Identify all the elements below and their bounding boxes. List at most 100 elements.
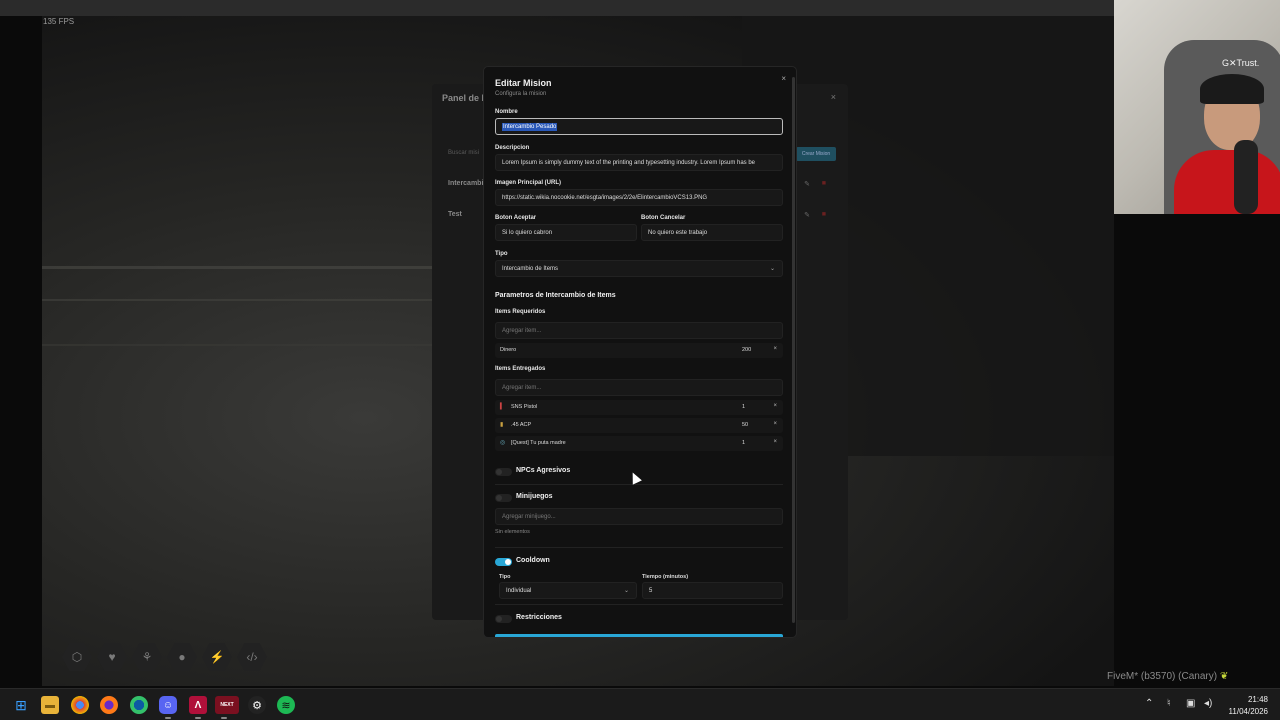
save-button[interactable] xyxy=(495,634,783,637)
next-icon[interactable]: NEXT xyxy=(215,696,239,719)
fps-counter: 135 FPS xyxy=(43,17,75,26)
add-delivered-item-input[interactable]: Agregar item... xyxy=(495,379,783,396)
restricciones-toggle[interactable] xyxy=(495,615,512,623)
shirt xyxy=(1174,150,1280,214)
water-icon: ● xyxy=(167,643,197,671)
required-item-row: Dinero 200 × xyxy=(495,343,783,358)
add-item-placeholder: Agregar item... xyxy=(502,384,542,391)
clock-time: 21:48 xyxy=(1247,695,1268,704)
chair-brand: G✕Trust. xyxy=(1222,58,1260,68)
cooldown-tipo-select[interactable]: Individual ⌄ xyxy=(499,582,637,599)
chevron-up-icon[interactable]: ⌃ xyxy=(1145,698,1153,709)
hud-bar: ⬡ ♥ ⚘ ● ⚡ ‹/› xyxy=(62,643,267,671)
empty-state: Sin elementos xyxy=(495,529,530,535)
delete-icon[interactable]: ■ xyxy=(822,180,826,187)
items-entregados-label: Items Entregados xyxy=(495,366,546,372)
remove-item-icon[interactable]: × xyxy=(773,346,777,352)
panel-search-input[interactable]: Buscar misi xyxy=(448,150,479,156)
minijuegos-toggle[interactable] xyxy=(495,494,512,502)
microphone-icon[interactable]: ♮ xyxy=(1167,698,1171,709)
spotify-icon[interactable]: ≋ xyxy=(277,696,295,714)
ammo-icon: ▮ xyxy=(500,422,504,428)
panel-close-icon[interactable]: × xyxy=(831,92,836,102)
cooldown-tipo-label: Tipo xyxy=(499,574,511,580)
modal-scrollbar[interactable] xyxy=(792,77,795,623)
boton-cancelar-label: Boton Cancelar xyxy=(641,215,686,221)
mission-row[interactable]: Intercambi xyxy=(448,180,483,187)
restricciones-label: Restricciones xyxy=(516,614,562,621)
item-quantity[interactable]: 50 xyxy=(742,422,748,428)
imagen-url-input[interactable]: https://static.wikia.nocookie.net/esgta/… xyxy=(495,189,783,206)
nombre-value: Intercambio Pesado xyxy=(502,122,558,131)
modal-subtitle: Configura la mision xyxy=(495,91,547,97)
descripcion-label: Descripcion xyxy=(495,145,530,151)
item-quantity[interactable]: 200 xyxy=(742,347,751,353)
item-quantity[interactable]: 1 xyxy=(742,440,745,446)
webcam-overlay: G✕Trust. xyxy=(1114,0,1280,214)
add-required-item-input[interactable]: Agregar item... xyxy=(495,322,783,339)
new-mission-button[interactable]: Crear Mision xyxy=(796,147,836,161)
windows-start-icon[interactable]: ⊞ xyxy=(12,696,30,714)
hex-icon: ⬡ xyxy=(62,643,92,671)
item-name: [Quest] Tu puta madre xyxy=(511,440,566,446)
item-name: .45 ACP xyxy=(511,422,532,428)
npcs-toggle[interactable] xyxy=(495,468,512,476)
cooldown-tiempo-label: Tiempo (minutos) xyxy=(642,574,689,580)
descripcion-input[interactable]: Lorem Ipsum is simply dummy text of the … xyxy=(495,154,783,171)
network-icon[interactable]: ▣ xyxy=(1186,698,1195,709)
clock[interactable]: 21:48 11/04/2026 xyxy=(1229,694,1268,718)
delete-icon[interactable]: ■ xyxy=(822,211,826,218)
cooldown-tiempo-value: 5 xyxy=(649,587,653,594)
params-title: Parametros de Intercambio de Items xyxy=(495,292,616,299)
remove-item-icon[interactable]: × xyxy=(773,403,777,409)
item-name: SNS Pistol xyxy=(511,404,538,410)
microphone xyxy=(1234,140,1258,214)
divider xyxy=(495,547,783,548)
file-explorer-icon[interactable]: ▬ xyxy=(41,696,59,714)
boton-cancelar-input[interactable]: No quiero este trabajo xyxy=(641,224,783,241)
add-item-placeholder: Agregar item... xyxy=(502,327,542,334)
tipo-select[interactable]: Intercambio de Items ⌄ xyxy=(495,260,783,277)
next-label: NEXT xyxy=(220,702,234,708)
nombre-input[interactable]: Intercambio Pesado xyxy=(495,118,783,135)
energy-icon: ⚡ xyxy=(202,643,232,671)
cooldown-tipo-value: Individual xyxy=(506,587,532,594)
fence xyxy=(42,266,442,346)
divider xyxy=(495,604,783,605)
fivem-label: FiveM* (b3570) (Canary) xyxy=(1107,671,1218,682)
edge-icon[interactable] xyxy=(130,696,148,714)
close-icon[interactable]: × xyxy=(781,74,786,83)
boton-aceptar-input[interactable]: Si lo quiero cabron xyxy=(495,224,637,241)
heart-icon: ♥ xyxy=(97,643,127,671)
chrome-icon[interactable] xyxy=(71,696,89,714)
discord-icon[interactable]: ☺ xyxy=(159,696,177,719)
add-minijuego-input[interactable]: Agregar minijuego... xyxy=(495,508,783,525)
delivered-item-row: ◎ [Quest] Tu puta madre 1 × xyxy=(495,436,783,451)
cooldown-toggle[interactable] xyxy=(495,558,512,566)
boton-cancelar-value: No quiero este trabajo xyxy=(648,229,708,236)
volume-icon[interactable]: ◂) xyxy=(1204,698,1212,709)
cooldown-tiempo-input[interactable]: 5 xyxy=(642,582,783,599)
clock-date: 11/04/2026 xyxy=(1228,707,1268,716)
app-a-icon[interactable]: Λ xyxy=(189,696,207,719)
firefox-icon[interactable] xyxy=(100,696,118,714)
modal-title: Editar Mision xyxy=(495,78,552,88)
item-quantity[interactable]: 1 xyxy=(742,404,745,410)
tipo-value: Intercambio de Items xyxy=(502,265,559,272)
remove-item-icon[interactable]: × xyxy=(773,421,777,427)
top-bar xyxy=(0,0,1114,16)
mission-row[interactable]: Test xyxy=(448,211,462,218)
remove-item-icon[interactable]: × xyxy=(773,439,777,445)
nombre-label: Nombre xyxy=(495,109,518,115)
tipo-label: Tipo xyxy=(495,251,508,257)
divider xyxy=(495,484,783,485)
food-icon: ⚘ xyxy=(132,643,162,671)
fivem-leaf-icon: ❦ xyxy=(1220,671,1229,682)
chevron-down-icon: ⌄ xyxy=(623,588,629,594)
code-icon: ‹/› xyxy=(237,643,267,671)
cooldown-label: Cooldown xyxy=(516,557,550,564)
edit-icon[interactable]: ✎ xyxy=(804,180,810,188)
fivem-version: FiveM* (b3570) (Canary) ❦ xyxy=(1107,671,1228,682)
steam-icon[interactable]: ⚙ xyxy=(248,696,266,714)
edit-icon[interactable]: ✎ xyxy=(804,211,810,219)
